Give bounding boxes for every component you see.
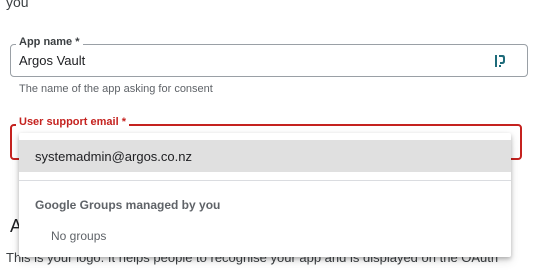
dropdown-option-label: systemadmin@argos.co.nz	[35, 149, 192, 164]
app-name-helper: The name of the app asking for consent	[19, 83, 213, 95]
groups-heading: Google Groups managed by you	[35, 198, 221, 212]
intro-text: you	[6, 0, 29, 10]
app-name-label: App name *	[16, 36, 83, 48]
no-groups-text: No groups	[51, 229, 107, 243]
app-name-field[interactable]	[10, 44, 528, 77]
email-dropdown-menu: systemadmin@argos.co.nz Google Groups ma…	[19, 133, 511, 257]
dropdown-divider	[19, 180, 511, 181]
app-name-input[interactable]: Argos Vault	[19, 53, 85, 68]
support-email-label: User support email *	[16, 116, 129, 128]
password-manager-icon[interactable]	[494, 53, 506, 69]
